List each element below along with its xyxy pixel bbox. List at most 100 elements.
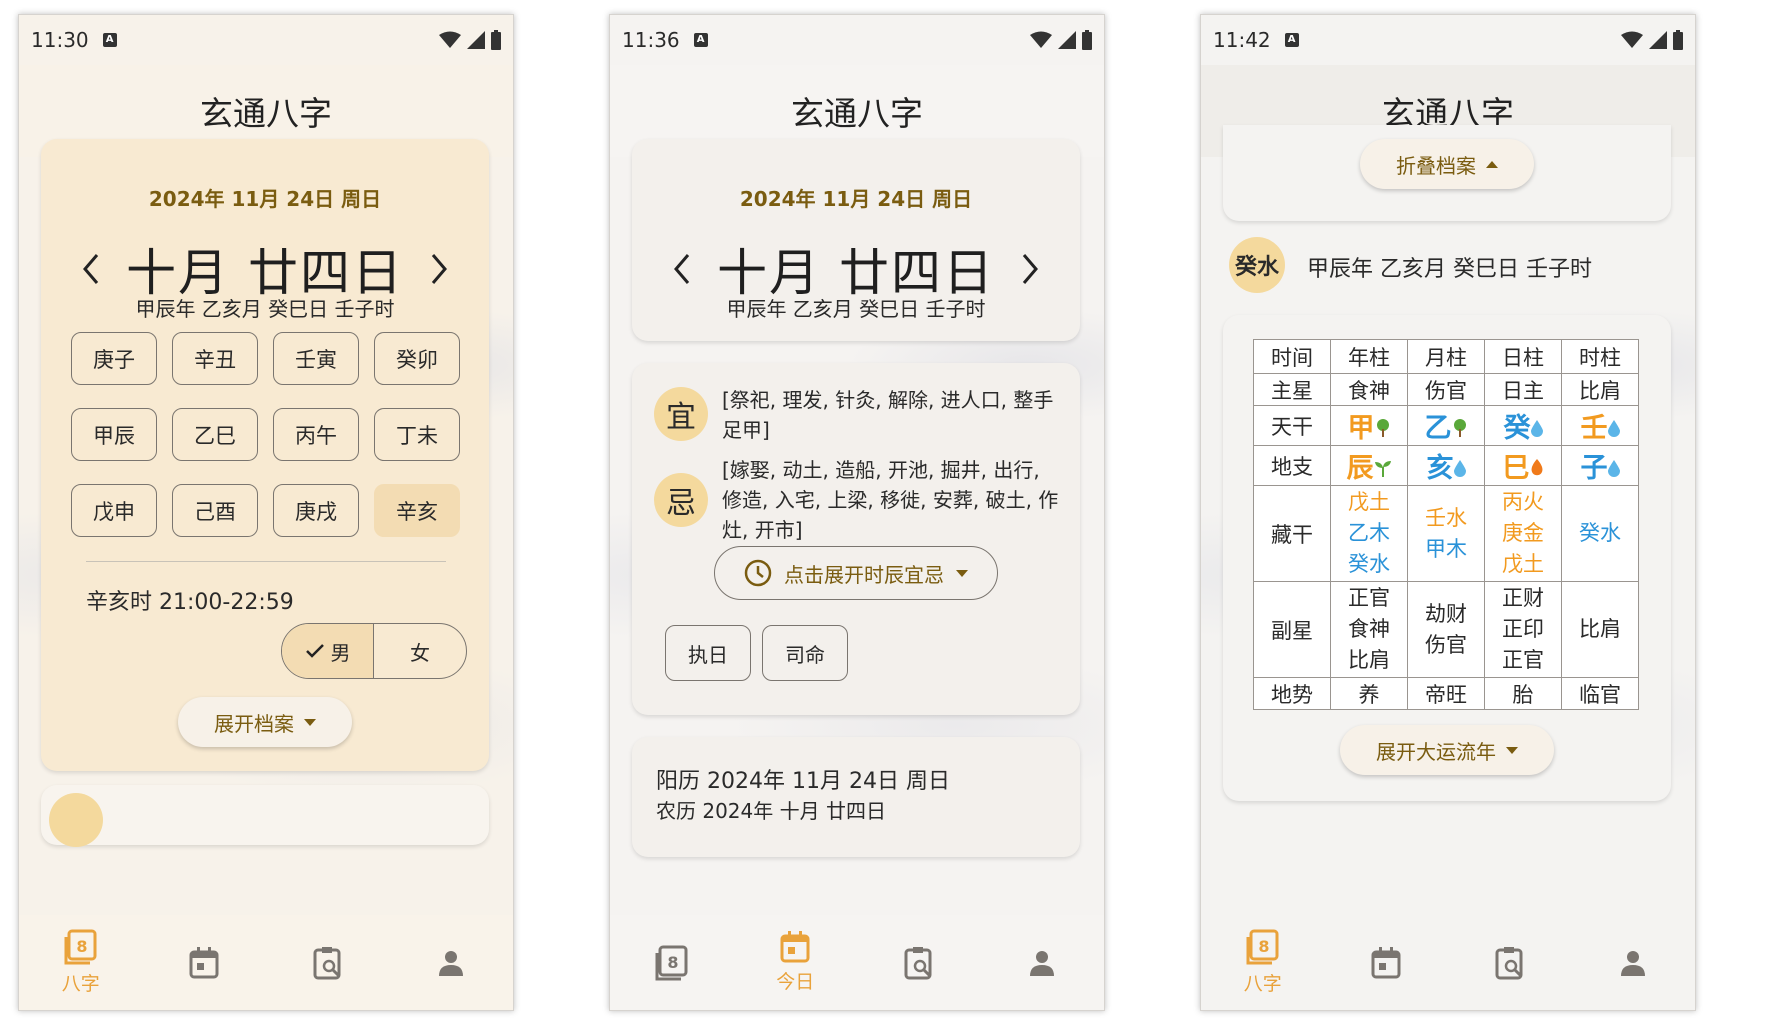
- nav-bazi[interactable]: 8 八字: [26, 929, 136, 996]
- fuxing-cell: 正官 食神 比肩: [1330, 581, 1408, 678]
- ji-text: [嫁娶, 动土, 造船, 开池, 掘井, 出行, 修造, 入宅, 上梁, 移徙,…: [722, 458, 1059, 542]
- phone-screen-bazi-input: 11:30 A 玄通八字 2024年 11月 24日 周日 十月 廿四日 甲辰年…: [18, 14, 514, 1011]
- hour-chip[interactable]: 丙午: [273, 408, 359, 461]
- status-time: 11:30: [31, 28, 89, 52]
- table-header: 日柱: [1484, 339, 1562, 374]
- fuxing-cell: 劫财 伤官: [1407, 581, 1485, 678]
- officer-button[interactable]: 执日: [665, 625, 751, 681]
- solar-date[interactable]: 2024年 11月 24日 周日: [41, 183, 489, 212]
- hidden-stem: 甲木: [1425, 536, 1467, 561]
- lunar-line: 农历 2024年 十月 廿四日: [656, 799, 886, 823]
- hour-chip[interactable]: 戊申: [71, 484, 157, 537]
- canggan-cell: 戊土 乙木 癸水: [1330, 485, 1408, 582]
- nav-bazi-label: 八字: [61, 973, 100, 995]
- hour-chip[interactable]: 辛丑: [172, 332, 258, 385]
- bazi-book-icon: 8: [655, 945, 688, 980]
- nav-today[interactable]: [1331, 946, 1441, 979]
- star-button[interactable]: 司命: [762, 625, 848, 681]
- hour-chip[interactable]: 庚子: [71, 332, 157, 385]
- table-header: 月柱: [1407, 339, 1485, 374]
- hour-chip[interactable]: 癸卯: [374, 332, 460, 385]
- archive-card-bottom: 折叠档案: [1223, 125, 1671, 221]
- hour-chip[interactable]: 乙巳: [172, 408, 258, 461]
- canggan-cell: 壬水 甲木: [1407, 485, 1485, 582]
- tiangan-char: 乙: [1424, 413, 1452, 444]
- collapse-archive-button[interactable]: 折叠档案: [1360, 139, 1534, 189]
- tiangan-cell: 甲: [1330, 405, 1408, 446]
- expand-hour-yiji-button[interactable]: 点击展开时辰宜忌: [714, 546, 998, 600]
- sub-star: 正财: [1502, 586, 1544, 610]
- bazi-book-icon: 8: [64, 929, 97, 965]
- hour-chip-selected[interactable]: 辛亥: [374, 484, 460, 537]
- dizhi-char: 子: [1580, 453, 1608, 484]
- bazi-book-icon: 8: [1246, 929, 1279, 965]
- ganzhi-line: 甲辰年 乙亥月 癸巳日 壬子时: [1307, 257, 1592, 282]
- svg-text:8: 8: [1258, 937, 1269, 956]
- tiangan-char: 壬: [1580, 413, 1608, 444]
- yiji-card: 宜 [祭祀, 理发, 针灸, 解除, 进人口, 整手足甲] 忌 [嫁娶, 动土,…: [632, 363, 1080, 715]
- nav-profile[interactable]: [1578, 950, 1688, 976]
- bottom-nav: 8 八字: [1201, 915, 1695, 1010]
- nav-today[interactable]: 今日: [740, 931, 850, 994]
- gender-female-label: 女: [410, 640, 430, 665]
- dizhi-cell: 辰: [1330, 445, 1408, 486]
- svg-text:8: 8: [667, 953, 678, 972]
- nav-search[interactable]: [1455, 946, 1565, 980]
- battery-icon: [491, 30, 501, 50]
- nav-bazi[interactable]: 8 八字: [1208, 929, 1318, 996]
- nav-search[interactable]: [273, 946, 383, 980]
- table-cell: 帝旺: [1407, 677, 1485, 710]
- next-day-button[interactable]: [419, 249, 459, 289]
- day-master-badge-peek: [49, 793, 103, 847]
- dizhi-char: 亥: [1426, 453, 1454, 484]
- table-cell: 比肩: [1561, 373, 1639, 406]
- sub-star: 正官: [1502, 648, 1544, 672]
- caret-down-icon: [956, 569, 968, 577]
- wifi-icon: [1621, 31, 1643, 48]
- prev-day-button[interactable]: [662, 249, 702, 289]
- hidden-stem: 癸水: [1579, 521, 1621, 545]
- nav-bazi[interactable]: 8: [617, 945, 727, 981]
- hour-chip[interactable]: 庚戌: [273, 484, 359, 537]
- table-cell: 临官: [1561, 677, 1639, 710]
- hour-chip[interactable]: 己酉: [172, 484, 258, 537]
- next-day-button[interactable]: [1010, 249, 1050, 289]
- table-row-main-star: 主星 食神 伤官 日主 比肩: [1253, 373, 1639, 406]
- hour-chip[interactable]: 壬寅: [273, 332, 359, 385]
- wifi-icon: [439, 31, 461, 48]
- hour-chip[interactable]: 甲辰: [71, 408, 157, 461]
- prev-day-button[interactable]: [71, 249, 111, 289]
- dizhi-cell: 亥: [1407, 445, 1485, 486]
- hour-chip[interactable]: 丁未: [374, 408, 460, 461]
- sub-star: 正印: [1502, 617, 1544, 641]
- table-header: 年柱: [1330, 339, 1408, 374]
- nav-search[interactable]: [864, 946, 974, 980]
- row-label: 副星: [1253, 581, 1331, 678]
- nav-profile[interactable]: [987, 950, 1097, 976]
- sub-star: 食神: [1348, 617, 1390, 641]
- sub-star: 伤官: [1425, 632, 1467, 657]
- bazi-chart-card: 时间 年柱 月柱 日柱 时柱 主星 食神 伤官 日主 比肩 天干 甲 乙 癸 壬: [1223, 315, 1671, 801]
- fuxing-cell: 比肩: [1561, 581, 1639, 678]
- dizhi-cell: 子: [1561, 445, 1639, 486]
- table-cell: 食神: [1330, 373, 1408, 406]
- next-card-peek: [41, 785, 489, 847]
- signal-icon: [1058, 31, 1076, 49]
- sub-star: 比肩: [1348, 648, 1390, 672]
- expand-archive-label: 展开档案: [214, 711, 294, 736]
- calendar-icon: [780, 931, 810, 963]
- row-label: 地支: [1253, 445, 1331, 486]
- expand-archive-button[interactable]: 展开档案: [178, 697, 352, 747]
- chevron-right-icon: [1022, 254, 1038, 284]
- gender-female-option[interactable]: 女: [374, 624, 466, 678]
- nav-today[interactable]: [149, 946, 259, 979]
- chevron-left-icon: [674, 254, 690, 284]
- gender-male-option[interactable]: 男: [282, 624, 374, 678]
- expand-dayun-button[interactable]: 展开大运流年: [1340, 725, 1554, 775]
- sub-star: 比肩: [1579, 617, 1621, 641]
- sub-star: 劫财: [1425, 601, 1467, 626]
- tiangan-cell: 癸: [1484, 405, 1562, 446]
- caret-down-icon: [1506, 746, 1518, 754]
- solar-date[interactable]: 2024年 11月 24日 周日: [632, 183, 1080, 212]
- nav-profile[interactable]: [396, 950, 506, 976]
